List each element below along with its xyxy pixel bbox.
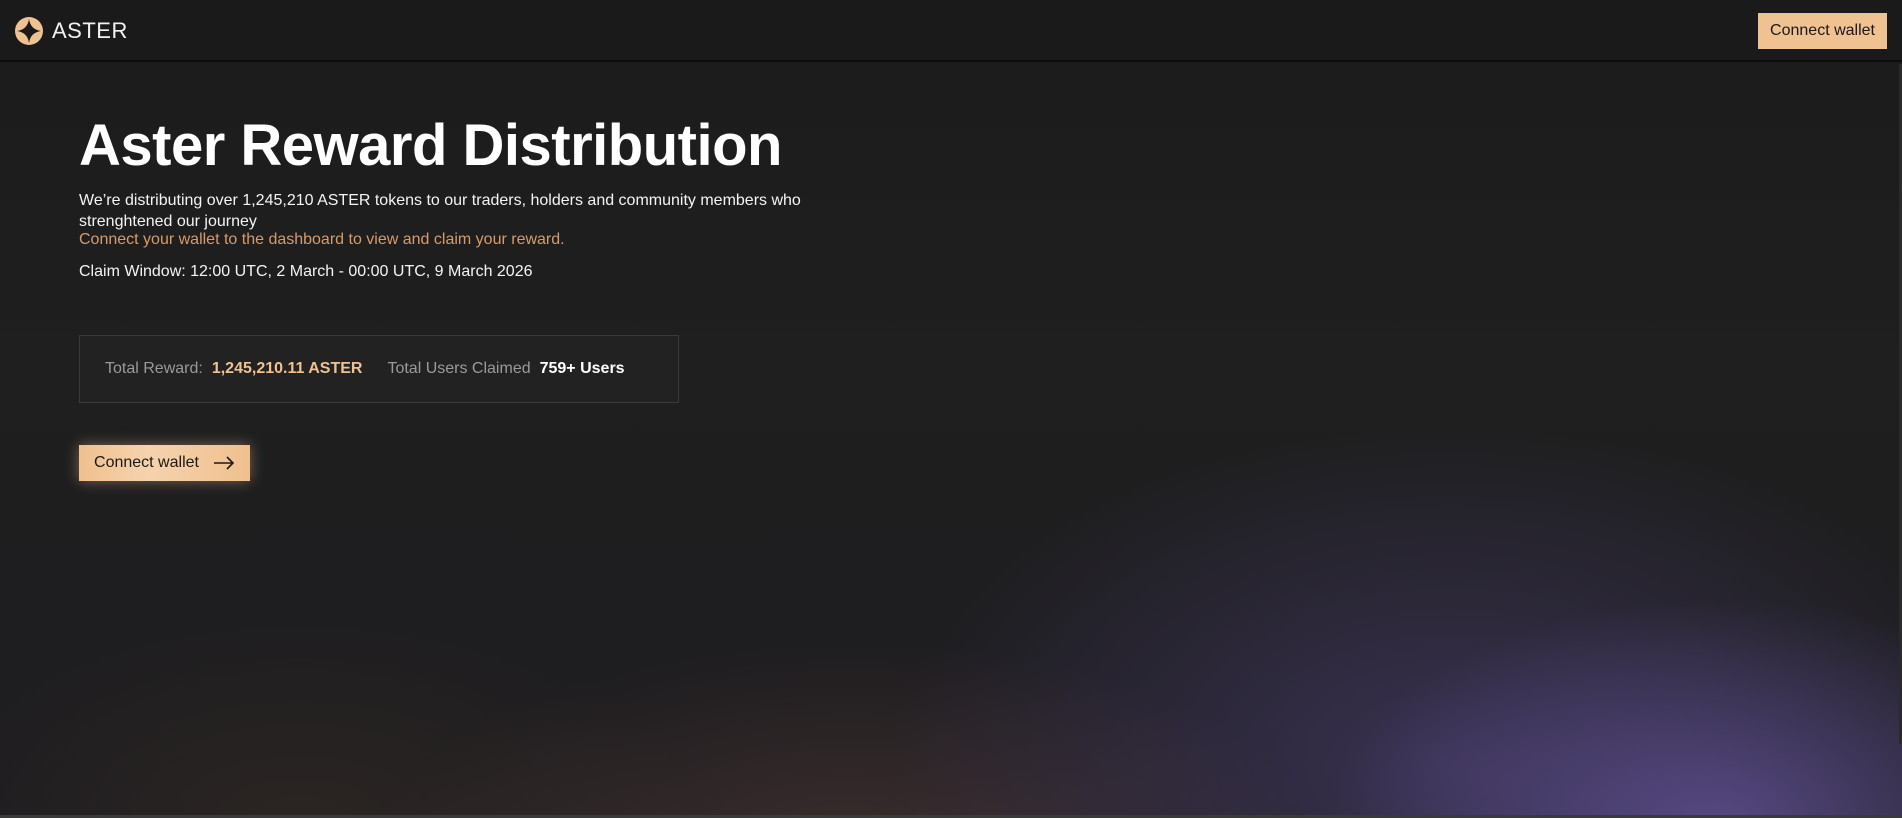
- arrow-right-icon: [213, 456, 235, 470]
- users-claimed-label: Total Users Claimed: [387, 360, 531, 377]
- users-claimed-value: 759+ Users: [539, 360, 625, 377]
- page-title: Aster Reward Distribution: [79, 113, 782, 178]
- aster-logo-icon: [15, 17, 43, 45]
- brand-name: ASTER: [52, 18, 128, 43]
- header-connect-wallet-button[interactable]: Connect wallet: [1758, 13, 1887, 49]
- brand-logo[interactable]: ASTER: [14, 16, 128, 46]
- top-header: ASTER Connect wallet: [0, 0, 1902, 62]
- reward-stats-panel: Total Reward: 1,245,210.11 ASTER Total U…: [79, 335, 679, 403]
- distribution-description: We’re distributing over 1,245,210 ASTER …: [79, 192, 801, 230]
- claim-window-text: Claim Window: 12:00 UTC, 2 March - 00:00…: [79, 263, 533, 280]
- connect-wallet-label: Connect wallet: [94, 454, 199, 471]
- total-reward-label: Total Reward:: [105, 360, 203, 377]
- connect-hint: Connect your wallet to the dashboard to …: [79, 231, 565, 248]
- total-reward-value: 1,245,210.11 ASTER: [211, 360, 363, 377]
- connect-wallet-button[interactable]: Connect wallet: [79, 445, 250, 481]
- page: ASTER Connect wallet Aster Reward Distri…: [0, 0, 1902, 818]
